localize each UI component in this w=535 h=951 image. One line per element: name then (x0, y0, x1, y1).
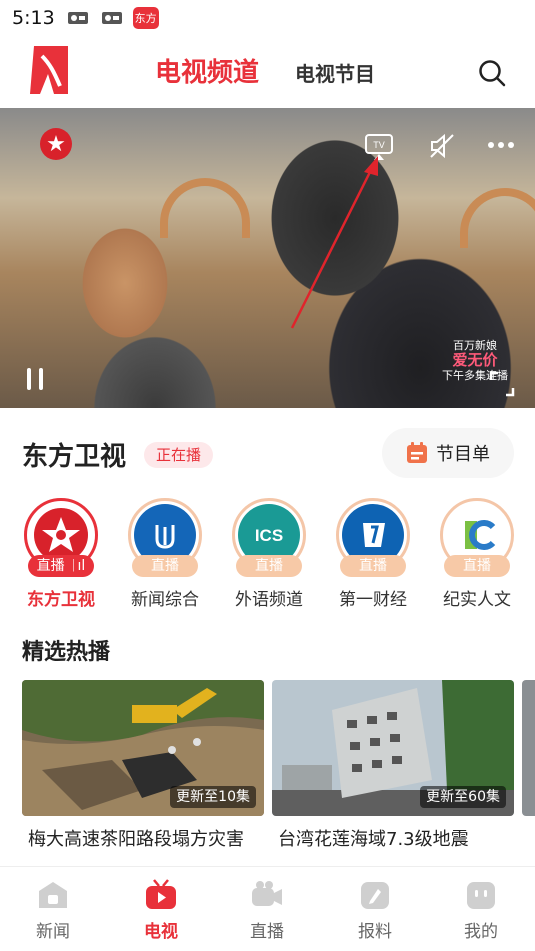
notification-icon (99, 8, 125, 28)
channel-label: 新闻综合 (131, 590, 199, 610)
search-icon[interactable] (477, 58, 507, 88)
nav-label: 我的 (464, 922, 498, 942)
episode-badge: 更新至10集 (170, 786, 256, 808)
background-decoration (460, 188, 535, 248)
featured-card[interactable]: 更新至60集 台湾花莲海域7.3级地震 (272, 680, 514, 866)
status-time: 5:13 (12, 7, 55, 29)
tab-tv-programs[interactable]: 电视节目 (295, 58, 375, 87)
channel-logo-icon: ★ (40, 128, 72, 160)
nav-live[interactable]: 直播 (222, 879, 312, 949)
status-bar: 5:13 东方 (0, 0, 535, 36)
more-options-icon[interactable] (486, 134, 516, 156)
live-tag: 直播 (132, 555, 198, 577)
featured-thumbnail (522, 680, 535, 816)
featured-title: 台湾花莲海域7.3级地震 (278, 829, 469, 850)
channel-dragon-tv[interactable]: 直播 ᛁıl 东方卫视 (14, 496, 106, 611)
schedule-label: 节目单 (436, 444, 490, 465)
video-player[interactable]: ★ TV 百万新娘 爱无价 下午多集连播 (0, 108, 535, 408)
schedule-button[interactable]: 节目单 (382, 428, 514, 478)
episode-badge: 更新至60集 (420, 786, 506, 808)
live-tag: 直播 (444, 555, 510, 577)
notification-icon (65, 8, 91, 28)
channel-label: 纪实人文 (443, 590, 511, 610)
featured-card-partial[interactable] (522, 680, 535, 866)
current-channel-row: 东方卫视 正在播 节目单 (22, 428, 514, 480)
app-logo (28, 44, 72, 96)
channel-label: 东方卫视 (27, 590, 95, 610)
channel-documentary[interactable]: 直播 纪实人文 (430, 496, 522, 611)
header-tabs: 电视频道 电视节目 (155, 52, 375, 89)
featured-title: 梅大高速茶阳路段塌方灾害 (28, 829, 244, 850)
news-icon (36, 879, 70, 911)
bottom-navigation: 新闻 电视 直播 报料 我的 (0, 866, 535, 951)
nav-label: 直播 (250, 922, 284, 942)
app-notification-icon: 东方 (132, 7, 159, 29)
channel-list: 直播 ᛁıl 东方卫视 直播 新闻综合 ICS 直播 外语频道 直播 第一财经 (0, 496, 535, 611)
background-decoration (160, 178, 250, 238)
live-tag: 直播 (236, 555, 302, 577)
featured-section-title: 精选热播 (22, 640, 111, 665)
featured-list: 更新至10集 梅大高速茶阳路段塌方灾害 更新至60集 台湾花莲海域7.3级地震 (22, 680, 535, 866)
current-channel-name: 东方卫视 (22, 442, 127, 472)
app-header: 电视频道 电视节目 (0, 36, 535, 108)
nav-label: 电视 (144, 922, 178, 942)
channel-first-finance[interactable]: 直播 第一财经 (326, 496, 418, 611)
live-tag: 直播 (340, 555, 406, 577)
pause-icon[interactable] (24, 366, 48, 392)
live-tag: 直播 ᛁıl (28, 555, 94, 577)
channel-ics[interactable]: ICS 直播 外语频道 (222, 496, 314, 611)
nav-news[interactable]: 新闻 (8, 879, 98, 949)
profile-icon (464, 879, 498, 911)
featured-card[interactable]: 更新至10集 梅大高速茶阳路段塌方灾害 (22, 680, 264, 866)
channel-news[interactable]: 直播 新闻综合 (118, 496, 210, 611)
svg-text:ICS: ICS (255, 526, 283, 545)
channel-label: 第一财经 (339, 590, 407, 610)
nav-label: 报料 (358, 922, 392, 942)
tv-icon (144, 879, 178, 911)
nav-report[interactable]: 报料 (330, 879, 420, 949)
annotation-arrow (280, 148, 400, 338)
live-status-badge: 正在播 (144, 442, 214, 468)
camera-icon (250, 879, 284, 911)
nav-label: 新闻 (36, 922, 70, 942)
channel-label: 外语频道 (235, 590, 303, 610)
nav-profile[interactable]: 我的 (436, 879, 526, 949)
fullscreen-icon[interactable] (488, 370, 516, 398)
tab-tv-channels[interactable]: 电视频道 (155, 52, 259, 89)
nav-tv[interactable]: 电视 (116, 879, 206, 949)
calendar-icon (406, 442, 428, 464)
mute-icon[interactable] (428, 132, 456, 160)
report-icon (358, 879, 392, 911)
